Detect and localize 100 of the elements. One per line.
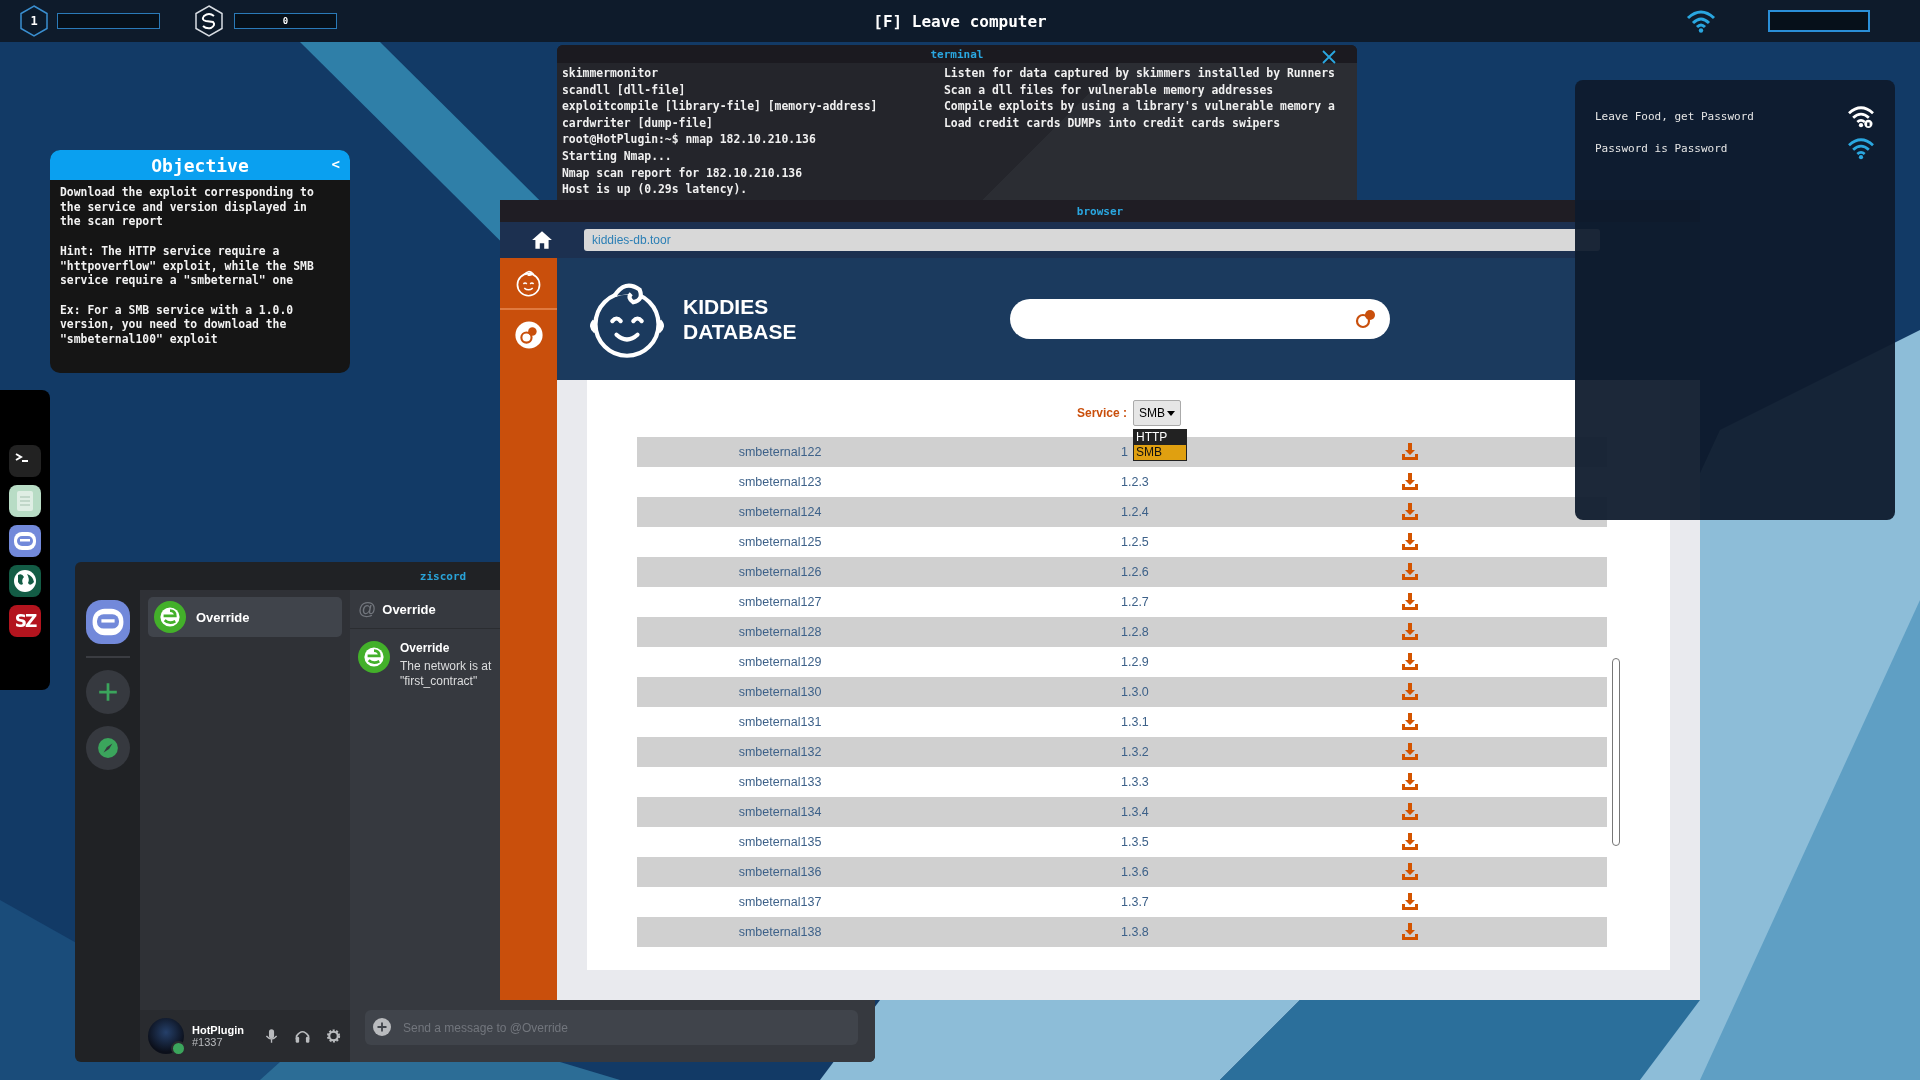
robot-face-icon[interactable] — [9, 525, 41, 557]
download-icon[interactable] — [1400, 922, 1420, 942]
wifi-icon[interactable] — [1686, 9, 1716, 33]
dropdown-option[interactable]: SMB — [1134, 445, 1187, 460]
exploit-link[interactable]: smbeternal133 — [738, 775, 822, 789]
network-name[interactable]: Password is Password — [1595, 141, 1728, 155]
robot-face-icon[interactable] — [85, 600, 130, 644]
table-cell: 1.2.7 — [1121, 595, 1149, 609]
download-icon[interactable] — [1400, 682, 1420, 702]
compass-icon[interactable] — [96, 737, 119, 759]
table-cell: 1.2.9 — [1121, 655, 1149, 669]
wifi-icon[interactable] — [1847, 104, 1875, 128]
exploit-link[interactable]: smbeternal129 — [738, 655, 822, 669]
window-title: browser — [1076, 204, 1124, 218]
download-icon[interactable] — [1400, 562, 1420, 582]
table-cell: 1.3.3 — [1121, 775, 1149, 789]
exploit-link[interactable]: smbeternal125 — [738, 535, 822, 549]
message-text: The network is at — [400, 659, 493, 674]
download-icon[interactable] — [1400, 472, 1420, 492]
window-title: ziscord — [419, 569, 467, 583]
caret-icon — [1167, 410, 1176, 416]
download-icon[interactable] — [1400, 742, 1420, 762]
command-description: Load credit cards DUMPs into credit cards swipers — [944, 114, 1282, 132]
terminal-line: root@HotPlugin:~$ nmap 182.10.210.136 — [562, 131, 817, 148]
add-icon[interactable] — [373, 1018, 391, 1036]
table-cell: 1.3.5 — [1121, 835, 1149, 849]
notes-icon[interactable] — [9, 485, 41, 517]
network-name[interactable]: Leave Food, get Password — [1595, 109, 1754, 123]
close-icon[interactable] — [1321, 49, 1337, 65]
table-cell: 1.3.4 — [1121, 805, 1149, 819]
conversation-item[interactable]: Override — [148, 597, 342, 637]
panel-title: Objective — [151, 154, 249, 176]
credits-counter: 0 — [234, 13, 337, 29]
exploit-link[interactable]: smbeternal134 — [738, 805, 822, 819]
download-icon[interactable] — [1400, 652, 1420, 672]
search-field[interactable] — [1010, 299, 1390, 339]
download-icon[interactable] — [1400, 592, 1420, 612]
download-icon[interactable] — [1400, 712, 1420, 732]
download-icon[interactable] — [1400, 532, 1420, 552]
exploit-link[interactable]: smbeternal138 — [738, 925, 822, 939]
download-icon[interactable] — [1400, 832, 1420, 852]
exploit-link[interactable]: smbeternal137 — [738, 895, 822, 909]
wifi-icon[interactable] — [1847, 136, 1875, 160]
add-server-button[interactable] — [85, 670, 130, 714]
terminal-line: Host is up (0.29s latency). — [562, 181, 749, 198]
exploit-link[interactable]: smbeternal123 — [738, 475, 822, 489]
user-tag: #1337 — [192, 1036, 249, 1048]
level-badge: 1 — [19, 5, 49, 37]
command-description: Listen for data captured by skimmers installed by Runners — [944, 65, 1336, 82]
table-cell: 1.3.7 — [1121, 895, 1149, 909]
download-icon[interactable] — [1400, 442, 1420, 462]
home-icon[interactable] — [531, 229, 553, 251]
plus-icon[interactable] — [96, 681, 119, 703]
globe-icon[interactable] — [9, 565, 41, 597]
table-cell: 1 — [1121, 445, 1128, 459]
service-label: Service : — [1077, 406, 1128, 420]
download-icon[interactable] — [1400, 892, 1420, 912]
table-cell: 1.3.2 — [1121, 745, 1149, 759]
table-cell: 1.3.8 — [1121, 925, 1149, 939]
table-cell: 1.2.3 — [1121, 475, 1149, 489]
exploit-link[interactable]: smbeternal136 — [738, 865, 822, 879]
exploit-link[interactable]: smbeternal131 — [738, 715, 822, 729]
download-icon[interactable] — [1400, 862, 1420, 882]
message-text: "first_contract" — [400, 674, 479, 689]
hexagon-logo-icon — [194, 5, 224, 37]
exploit-link[interactable]: smbeternal130 — [738, 685, 822, 699]
objective-text: Ex: For a SMB service with a 1.0.0 version, you need to download the "smbeternal100" exploit — [60, 302, 295, 347]
download-icon[interactable] — [1400, 802, 1420, 822]
terminal-command: cardwriter [dump-file] — [562, 114, 714, 132]
user-avatar — [154, 601, 186, 633]
dropdown-option[interactable]: HTTP — [1134, 430, 1187, 445]
window-title: terminal — [930, 47, 984, 61]
explore-button[interactable] — [85, 726, 130, 770]
exploit-link[interactable]: smbeternal128 — [738, 625, 822, 639]
exploit-link[interactable]: smbeternal124 — [738, 505, 822, 519]
terminal-command: exploitcompile [library-file] [memory-address] — [562, 98, 879, 115]
app-logo[interactable]: SZ — [9, 605, 41, 637]
table-cell: 1.2.5 — [1121, 535, 1149, 549]
terminal-command: scandll [dll-file] — [562, 81, 687, 99]
terminal-icon[interactable] — [9, 445, 41, 477]
table-cell: 1.2.8 — [1121, 625, 1149, 639]
download-icon[interactable] — [1400, 502, 1420, 522]
chat-recipient: Override — [382, 601, 436, 617]
download-icon[interactable] — [1400, 622, 1420, 642]
exploit-link[interactable]: smbeternal135 — [738, 835, 822, 849]
download-icon[interactable] — [1400, 772, 1420, 792]
exploit-link[interactable]: smbeternal122 — [738, 445, 822, 459]
exploit-link[interactable]: smbeternal126 — [738, 565, 822, 579]
table-cell: 1.3.6 — [1121, 865, 1149, 879]
table-cell: 1.2.6 — [1121, 565, 1149, 579]
exploit-link[interactable]: smbeternal127 — [738, 595, 822, 609]
exploit-link[interactable]: smbeternal132 — [738, 745, 822, 759]
terminal-line: Starting Nmap... — [562, 147, 673, 165]
service-select[interactable]: SMB — [1133, 400, 1182, 426]
table-cell: 1.3.1 — [1121, 715, 1149, 729]
pacifier-icon[interactable] — [1354, 307, 1378, 331]
user-name: HotPlugin — [192, 1024, 245, 1036]
objective-text: Hint: The HTTP service require a "httpoverflow" exploit, while the SMB service require a "smbeternal" one — [60, 243, 315, 288]
at-sign: @ — [358, 598, 377, 620]
settings-icon[interactable] — [324, 1027, 342, 1045]
